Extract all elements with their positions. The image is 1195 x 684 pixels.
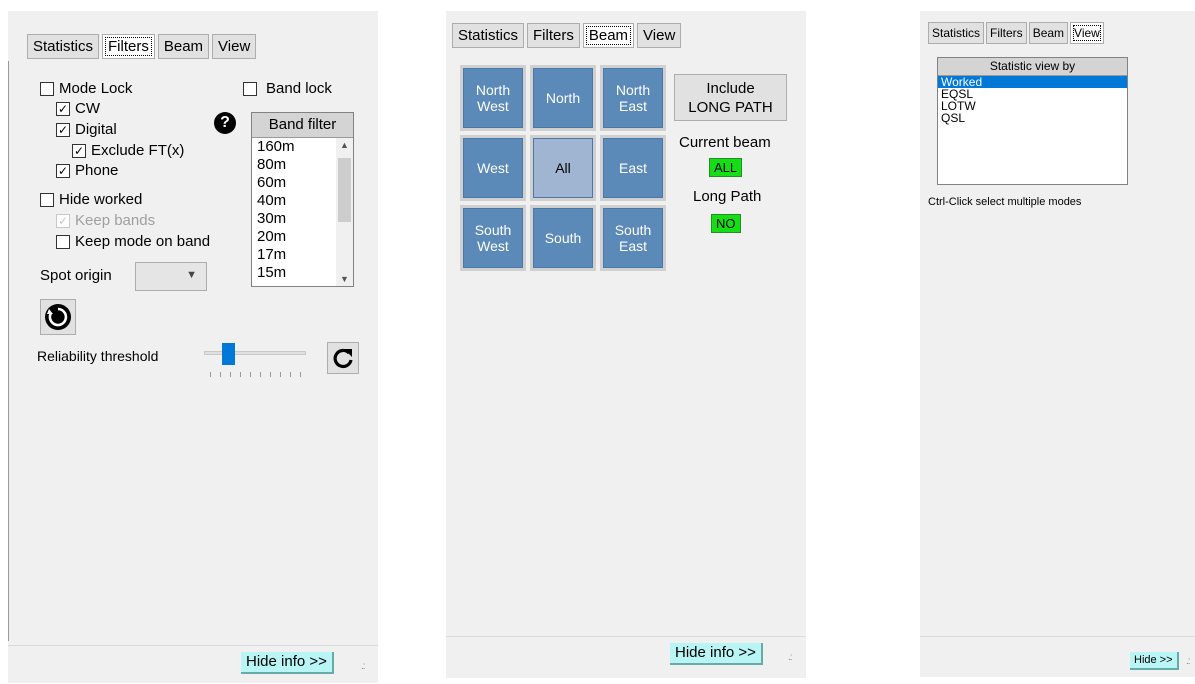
spot-origin-select[interactable]: ▼ (135, 262, 207, 291)
checkmark-icon[interactable]: ✓ (72, 143, 86, 158)
tab-beam[interactable]: Beam (582, 23, 635, 48)
scroll-thumb[interactable] (338, 158, 351, 222)
tab-bar: Statistics Filters Beam View (27, 34, 257, 59)
cw-label: CW (75, 100, 100, 117)
band-lock-label: Band lock (266, 80, 332, 97)
reset-button[interactable] (327, 342, 359, 374)
checkbox-box[interactable] (56, 234, 70, 249)
tab-bar: Statistics Filters Beam View (928, 22, 1104, 44)
refresh-spots-button[interactable] (40, 299, 76, 335)
keep-mode-label: Keep mode on band (75, 233, 211, 250)
status-divider (8, 645, 378, 646)
tab-view[interactable]: View (637, 23, 682, 48)
digital-label: Digital (75, 121, 117, 138)
tab-view[interactable]: View (1070, 22, 1104, 44)
reliability-label: Reliability threshold (37, 348, 159, 364)
beam-east-button[interactable]: East (600, 135, 666, 201)
tab-filters[interactable]: Filters (986, 22, 1027, 44)
beam-direction-grid: North West North North East West All East Sout… (460, 65, 666, 271)
tab-filters[interactable]: Filters (527, 23, 580, 48)
checkbox-box[interactable] (40, 192, 54, 207)
phone-label: Phone (75, 162, 119, 179)
long-path-badge: NO (711, 214, 741, 233)
beam-south-east-button[interactable]: South East (600, 205, 666, 271)
tab-filters[interactable]: Filters (102, 34, 155, 59)
power-refresh-icon (45, 304, 71, 330)
keep-mode-checkbox[interactable]: Keep mode on band (56, 233, 210, 250)
beam-south-west-button[interactable]: South West (460, 205, 526, 271)
hide-worked-label: Hide worked (59, 191, 143, 208)
tab-statistics[interactable]: Statistics (27, 34, 100, 59)
statistic-view-header[interactable]: Statistic view by (938, 58, 1127, 76)
phone-checkbox[interactable]: ✓ Phone (56, 162, 118, 179)
digital-checkbox[interactable]: ✓ Digital (56, 121, 117, 138)
statistic-view-list[interactable]: Statistic view by Worked EQSL LOTW QSL (937, 57, 1128, 185)
hide-button[interactable]: Hide >> (1130, 652, 1179, 670)
band-lock-checkbox[interactable]: Band lock (243, 80, 332, 97)
tab-statistics[interactable]: Statistics (452, 23, 525, 48)
redo-icon (333, 348, 353, 369)
view-items: Worked EQSL LOTW QSL (938, 76, 1127, 124)
mode-lock-checkbox[interactable]: Mode Lock (40, 80, 132, 97)
scroll-up-icon[interactable]: ▲ (336, 140, 353, 150)
band-filter-header[interactable]: Band filter (252, 113, 353, 138)
help-icon[interactable]: ? (214, 112, 236, 134)
view-panel: Statistics Filters Beam View Statistic v… (920, 11, 1195, 677)
checkbox-box[interactable] (243, 81, 257, 96)
cw-checkbox[interactable]: ✓ CW (56, 100, 100, 117)
mode-lock-label: Mode Lock (59, 80, 133, 97)
tab-view[interactable]: View (212, 34, 257, 59)
beam-all-button[interactable]: All (530, 135, 596, 201)
status-divider (920, 636, 1195, 637)
multi-select-hint: Ctrl-Click select multiple modes (928, 196, 1082, 208)
band-filter-list[interactable]: Band filter 160m 80m 60m 40m 30m 20m 17m 15m ▲ … (251, 112, 354, 287)
long-path-label: Long Path (693, 188, 762, 205)
reliability-slider-thumb[interactable] (221, 343, 235, 365)
hide-info-button[interactable]: Hide info >> (241, 652, 334, 674)
view-item[interactable]: LOTW (938, 100, 1127, 112)
beam-west-button[interactable]: West (460, 135, 526, 201)
scroll-down-icon[interactable]: ▼ (336, 274, 353, 284)
tab-beam[interactable]: Beam (1028, 22, 1069, 44)
hide-info-button[interactable]: Hide info >> (670, 643, 763, 665)
beam-north-button[interactable]: North (530, 65, 596, 131)
filters-panel: Statistics Filters Beam View Mode Lock ✓… (8, 11, 378, 683)
slider-ticks (210, 372, 302, 377)
keep-bands-label: Keep bands (75, 212, 156, 229)
resize-grip-icon[interactable]: .: (361, 661, 365, 672)
current-beam-badge: ALL (709, 158, 743, 177)
exclude-ft-checkbox[interactable]: ✓ Exclude FT(x) (72, 142, 184, 159)
beam-panel: Statistics Filters Beam View North West N… (446, 11, 806, 678)
hide-worked-checkbox[interactable]: Hide worked (40, 191, 142, 208)
current-beam-label: Current beam (679, 134, 771, 151)
tab-bar: Statistics Filters Beam View (452, 23, 682, 48)
chevron-down-icon[interactable]: ▼ (186, 269, 197, 281)
resize-grip-icon[interactable]: .: (1186, 656, 1190, 667)
beam-south-button[interactable]: South (530, 205, 596, 271)
beam-north-east-button[interactable]: North East (600, 65, 666, 131)
tab-statistics[interactable]: Statistics (928, 22, 985, 44)
beam-north-west-button[interactable]: North West (460, 65, 526, 131)
checkbox-box[interactable] (40, 81, 54, 96)
include-long-path-button[interactable]: Include LONG PATH (674, 74, 787, 121)
keep-bands-checkbox: ✓ Keep bands (56, 212, 155, 229)
reliability-track[interactable] (204, 351, 306, 355)
checkmark-icon[interactable]: ✓ (56, 101, 70, 116)
checkmark-icon[interactable]: ✓ (56, 122, 70, 137)
view-item[interactable]: QSL (938, 112, 1127, 124)
tab-beam[interactable]: Beam (157, 34, 210, 59)
band-scrollbar[interactable]: ▲ ▼ (336, 138, 353, 286)
checkmark-icon[interactable]: ✓ (56, 163, 70, 178)
spot-origin-label: Spot origin (40, 267, 112, 284)
checkmark-icon: ✓ (56, 213, 70, 228)
resize-grip-icon[interactable]: .: (788, 652, 792, 663)
exclude-ft-label: Exclude FT(x) (91, 142, 185, 159)
status-divider (446, 636, 806, 637)
